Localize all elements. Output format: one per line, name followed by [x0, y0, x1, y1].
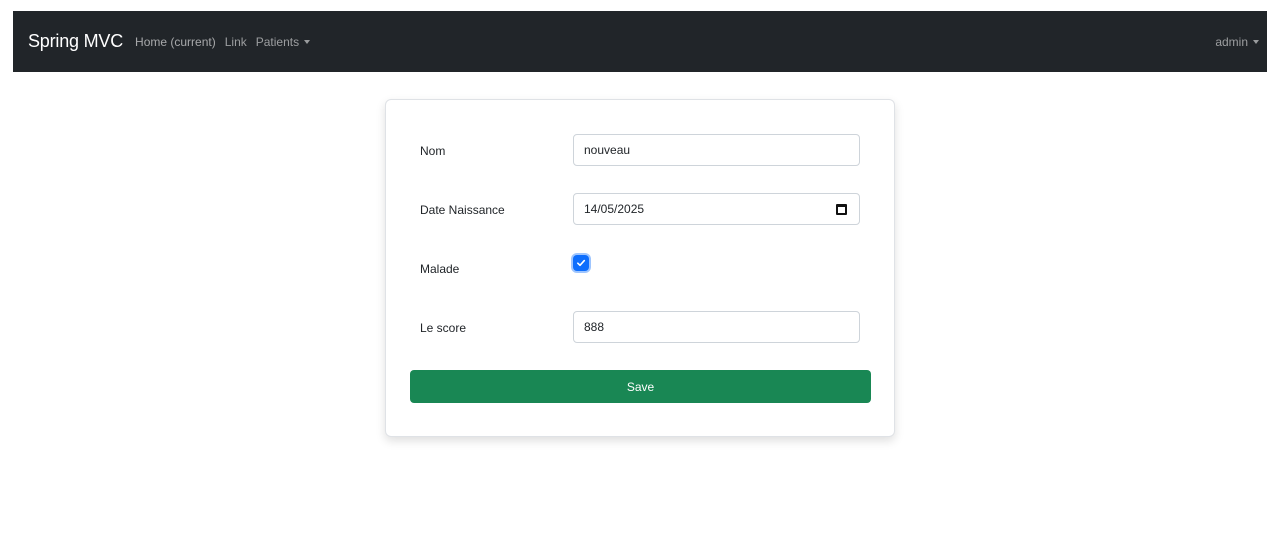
- nom-input[interactable]: nouveau: [573, 134, 860, 166]
- save-button[interactable]: Save: [410, 370, 871, 403]
- top-navbar: Spring MVC Home (current) Link Patients …: [13, 11, 1267, 72]
- nav-link-home[interactable]: Home (current): [135, 35, 216, 49]
- nom-value: nouveau: [584, 143, 631, 157]
- form-row-nom: Nom nouveau: [386, 134, 894, 166]
- score-value: 888: [584, 320, 605, 334]
- nav-link-link-label: Link: [224, 34, 247, 49]
- nav-dropdown-patients-label: Patients: [255, 34, 300, 49]
- user-dropdown[interactable]: admin: [1215, 35, 1259, 49]
- score-input[interactable]: 888: [573, 311, 860, 343]
- nom-label: Nom: [420, 144, 446, 158]
- patient-form-card: Nom nouveau Date Naissance 14/05/2025 Ma…: [385, 99, 895, 437]
- user-dropdown-label: admin: [1215, 34, 1248, 49]
- check-icon: [577, 259, 586, 267]
- nav-dropdown-patients[interactable]: Patients: [255, 34, 311, 49]
- navbar-brand[interactable]: Spring MVC: [28, 31, 123, 52]
- malade-label: Malade: [420, 262, 460, 276]
- form-row-score: Le score 888: [386, 311, 894, 343]
- score-label: Le score: [420, 321, 467, 335]
- date-naissance-label: Date Naissance: [420, 203, 505, 217]
- chevron-down-icon: [1253, 39, 1259, 44]
- form-row-date-naissance: Date Naissance 14/05/2025: [386, 193, 894, 225]
- date-naissance-input[interactable]: 14/05/2025: [573, 193, 860, 225]
- date-naissance-value: 14/05/2025: [584, 202, 645, 216]
- calendar-icon[interactable]: [836, 204, 847, 215]
- nav-link-link[interactable]: Link: [225, 35, 247, 49]
- nav-link-home-label: Home (current): [135, 34, 216, 49]
- malade-checkbox[interactable]: [573, 255, 589, 271]
- chevron-down-icon: [304, 39, 311, 44]
